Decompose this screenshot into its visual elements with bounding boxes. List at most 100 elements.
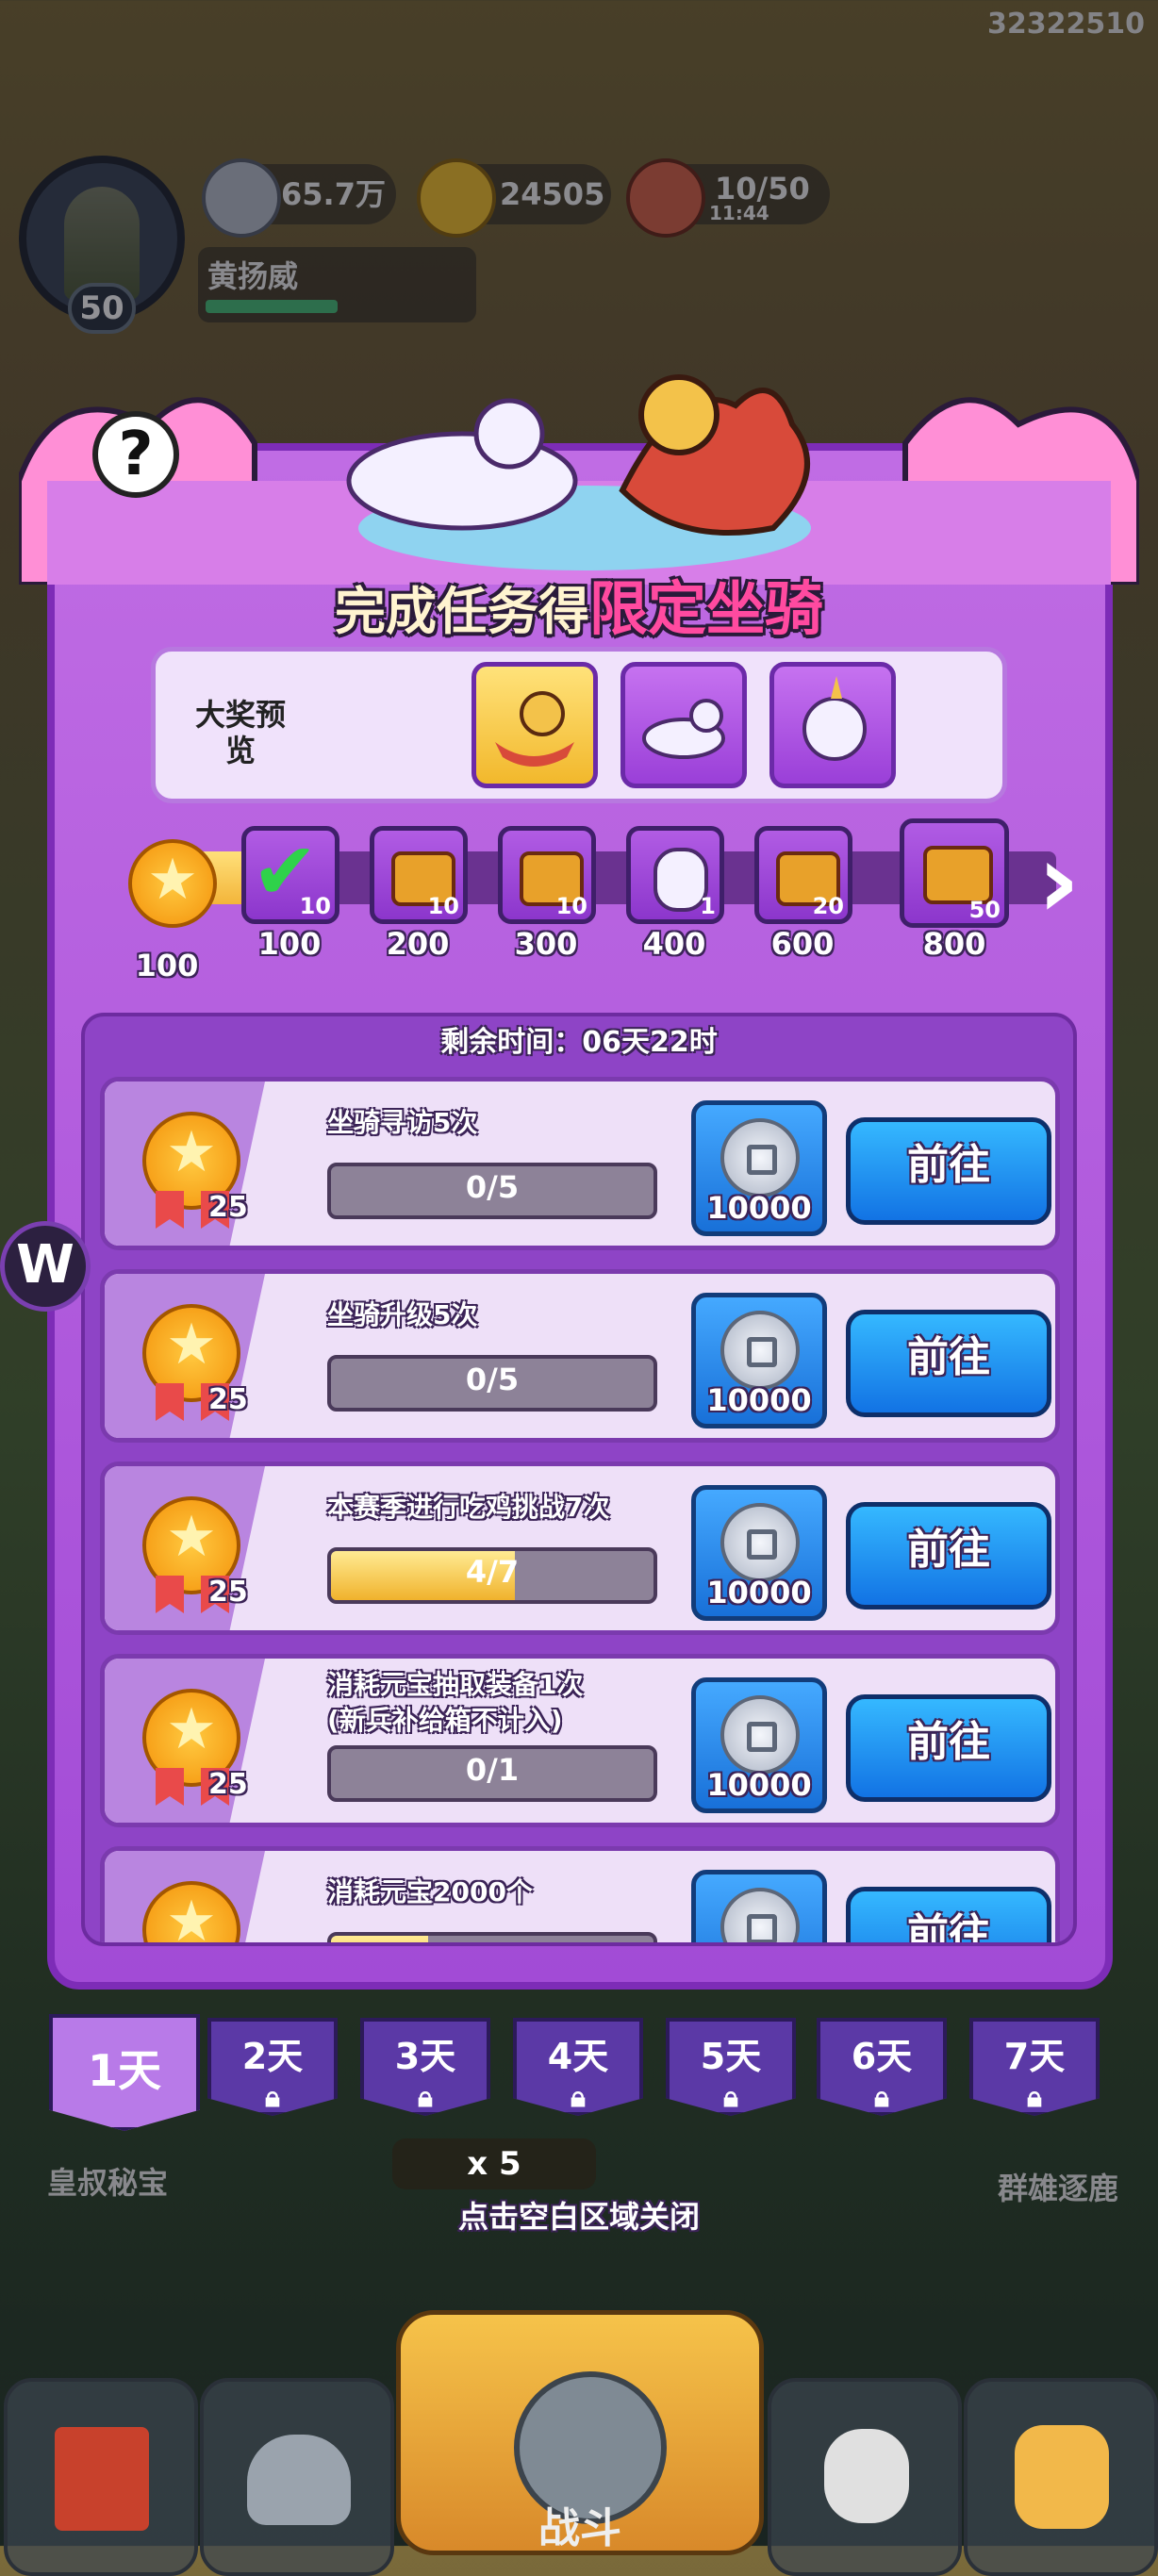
milestone-label-4: 400 <box>642 926 706 962</box>
milestone-label-1: 100 <box>257 926 322 962</box>
nav-home[interactable] <box>4 2378 198 2576</box>
chest-icon <box>923 846 993 904</box>
dragon-boat-icon <box>495 691 574 767</box>
fist-upgrade-icon <box>1015 2425 1109 2529</box>
tab-day-2[interactable]: 2天 🔒︎ <box>207 2018 338 2116</box>
milestone-count: 10 <box>555 893 587 919</box>
task-title: 本赛季进行吃鸡挑战7次 <box>327 1492 610 1523</box>
milestone-node-6[interactable]: 50 <box>900 818 1009 928</box>
silver-coin-icon <box>720 1695 800 1775</box>
go-button[interactable]: 前往 <box>846 1310 1051 1417</box>
task-points: 25 <box>208 1768 248 1801</box>
panel-banner: 完成任务得限定坐骑 <box>0 561 1158 646</box>
floating-w-icon[interactable]: W <box>0 1221 91 1312</box>
task-progress-text: 4/7 <box>465 1554 520 1590</box>
next-arrow-icon[interactable]: › <box>1037 829 1103 937</box>
task-row: ★ 消耗元宝2000个 前往 <box>100 1846 1060 1942</box>
milestone-node-5[interactable]: 20 <box>754 826 852 924</box>
reward-silver[interactable]: 10000 <box>691 1677 827 1813</box>
reward-silver[interactable]: 10000 <box>691 1485 827 1621</box>
milestone-count: 10 <box>427 893 459 919</box>
prize-dragon-boat[interactable] <box>471 662 598 788</box>
milestone-node-2[interactable]: 10 <box>370 826 468 924</box>
remaining-time: 剩余时间：06天22时 <box>440 1026 718 1059</box>
tab-day-5[interactable]: 5天 🔒︎ <box>666 2018 796 2116</box>
tab-day-1[interactable]: 1天 <box>49 2014 200 2131</box>
battle-button[interactable]: 战斗 <box>396 2310 764 2555</box>
preview-label: 大奖预览 <box>194 697 286 768</box>
task-row: ★ 25 本赛季进行吃鸡挑战7次 4/7 10000 前往 <box>100 1461 1060 1635</box>
tab-label: 5天 <box>700 2036 762 2077</box>
banner-highlight: 限定坐骑 <box>588 574 823 643</box>
tab-label: 4天 <box>547 2036 609 2077</box>
silver-coin-icon <box>720 1503 800 1582</box>
go-button[interactable]: 前往 <box>846 1117 1051 1225</box>
reward-silver[interactable]: 10000 <box>691 1100 827 1236</box>
reward-silver[interactable]: 10000 <box>691 1293 827 1428</box>
reward-value: 10000 <box>706 1382 812 1418</box>
silver-coin-icon <box>720 1311 800 1390</box>
tab-label: 6天 <box>851 2036 913 2077</box>
unicorn-float-icon <box>642 699 725 759</box>
nav-upgrade[interactable] <box>964 2378 1158 2576</box>
close-hint: 点击空白区域关闭 <box>457 2199 700 2235</box>
milestone-node-3[interactable]: 10 <box>498 826 596 924</box>
battle-cost: x 5 <box>392 2138 596 2189</box>
task-progress-bar <box>327 1932 657 1942</box>
task-points: 25 <box>208 1191 248 1224</box>
tab-day-6[interactable]: 6天 🔒︎ <box>817 2018 947 2116</box>
tab-day-4[interactable]: 4天 🔒︎ <box>513 2018 643 2116</box>
go-button[interactable]: 前往 <box>846 1694 1051 1802</box>
task-title: 消耗元宝2000个 <box>327 1876 533 1907</box>
day-tabs: 1天 2天 🔒︎ 3天 🔒︎ 4天 🔒︎ 5天 🔒︎ 6天 🔒︎ 7天 🔒︎ <box>0 2014 1158 2131</box>
lock-icon: 🔒︎ <box>723 2081 738 2114</box>
nav-equipment[interactable] <box>200 2378 394 2576</box>
lock-icon: 🔒︎ <box>874 2081 889 2114</box>
task-subtitle: (新兵补给箱不计入) <box>327 1705 563 1736</box>
help-button[interactable]: ? <box>92 411 179 498</box>
lock-icon: 🔒︎ <box>1027 2081 1042 2114</box>
go-button[interactable]: 前往 <box>846 1502 1051 1610</box>
task-row: ★ 25 消耗元宝抽取装备1次 (新兵补给箱不计入) 0/1 10000 前往 <box>100 1654 1060 1827</box>
milestone-count: 1 <box>700 893 716 919</box>
progress-points: 100 <box>135 948 199 983</box>
unicorn-head-icon <box>802 676 867 761</box>
task-points: 25 <box>208 1576 248 1609</box>
task-row: ★ 25 坐骑寻访5次 0/5 10000 前往 <box>100 1077 1060 1250</box>
task-title: 坐骑寻访5次 <box>327 1107 478 1138</box>
tab-day-7[interactable]: 7天 🔒︎ <box>969 2018 1100 2116</box>
prize-unicorn-head[interactable] <box>769 662 896 788</box>
gate-icon <box>55 2427 149 2531</box>
task-progress-text: 0/1 <box>465 1752 520 1788</box>
task-points: 25 <box>208 1383 248 1416</box>
reward-silver[interactable] <box>691 1870 827 1942</box>
progress-medal-icon: ★ <box>128 839 217 928</box>
rooster-icon <box>824 2429 909 2523</box>
silver-coin-icon <box>720 1888 800 1942</box>
silver-coin-icon <box>720 1118 800 1197</box>
lock-icon: 🔒︎ <box>418 2081 433 2114</box>
milestone-label-3: 300 <box>514 926 578 962</box>
tab-day-3[interactable]: 3天 🔒︎ <box>360 2018 490 2116</box>
milestone-node-4[interactable]: 1 <box>626 826 724 924</box>
milestone-label-2: 200 <box>386 926 450 962</box>
reward-value: 10000 <box>706 1767 812 1803</box>
lock-icon: 🔒︎ <box>571 2081 586 2114</box>
nav-mounts[interactable] <box>768 2378 962 2576</box>
task-row: ★ 25 坐骑升级5次 0/5 10000 前往 <box>100 1269 1060 1443</box>
milestone-label-6: 800 <box>922 926 986 962</box>
task-title: 消耗元宝抽取装备1次 <box>327 1669 584 1700</box>
star-medal-icon: ★ <box>142 1881 240 1942</box>
prize-unicorn-float[interactable] <box>620 662 747 788</box>
lock-icon: 🔒︎ <box>265 2081 280 2114</box>
milestone-node-1[interactable]: ✔ 10 <box>241 825 339 924</box>
task-progress-text: 0/5 <box>465 1169 520 1205</box>
task-progress-bar: 0/5 <box>327 1355 657 1412</box>
milestone-count: 10 <box>299 893 331 919</box>
header-artwork <box>19 374 1139 585</box>
task-list[interactable]: 剩余时间：06天22时 ★ 25 坐骑寻访5次 0/5 10000 前往 ★ 2… <box>81 1013 1077 1946</box>
tab-label: 1天 <box>87 2045 161 2096</box>
helmet-icon <box>247 2435 351 2525</box>
go-button[interactable]: 前往 <box>846 1887 1051 1942</box>
milestone-count: 20 <box>812 893 844 919</box>
